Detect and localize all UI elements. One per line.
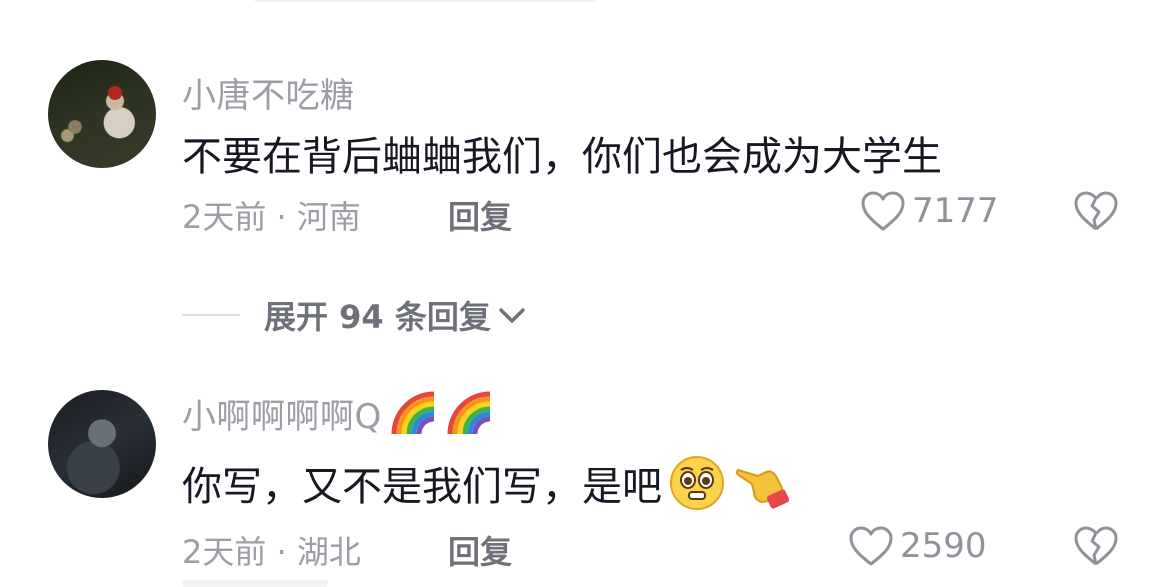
- divider: [182, 314, 240, 316]
- expand-replies-label: 展开 94 条回复: [264, 298, 491, 336]
- username[interactable]: 小啊啊啊啊Q: [182, 388, 494, 438]
- expand-replies-button[interactable]: 展开 94 条回复: [182, 292, 529, 338]
- comment-meta: 2天前 · 河南: [182, 198, 361, 236]
- like-count: 7177: [912, 191, 999, 231]
- comment-text-body: 你写，又不是我们写，是吧: [182, 464, 662, 510]
- pointing-hand-icon: [735, 468, 790, 509]
- user-avatar[interactable]: [48, 60, 156, 168]
- reply-button[interactable]: 回复: [448, 192, 512, 238]
- divider: [255, 0, 595, 2]
- user-avatar[interactable]: [48, 390, 156, 498]
- like-button[interactable]: 2590: [848, 525, 987, 567]
- rainbow-icon: [391, 391, 434, 435]
- heart-icon: [861, 191, 905, 231]
- like-count: 2590: [900, 526, 987, 566]
- username-text: 小啊啊啊啊Q: [182, 396, 382, 437]
- comment-text: 不要在背后蛐蛐我们，你们也会成为大学生: [182, 134, 942, 180]
- divider: [182, 580, 328, 587]
- broken-heart-icon: [1074, 526, 1118, 566]
- reply-button[interactable]: 回复: [448, 527, 512, 573]
- dislike-button[interactable]: [1072, 525, 1120, 571]
- broken-heart-icon: [1074, 191, 1118, 231]
- dislike-button[interactable]: [1072, 190, 1120, 236]
- comment-text: 你写，又不是我们写，是吧: [182, 454, 792, 512]
- username[interactable]: 小唐不吃糖: [182, 68, 355, 117]
- heart-icon: [849, 526, 893, 566]
- rainbow-icon: [447, 391, 490, 435]
- chevron-down-icon: [499, 308, 525, 323]
- pleading-face-icon: [670, 456, 724, 510]
- comment-meta: 2天前 · 湖北: [182, 533, 361, 571]
- like-button[interactable]: 7177: [860, 190, 999, 232]
